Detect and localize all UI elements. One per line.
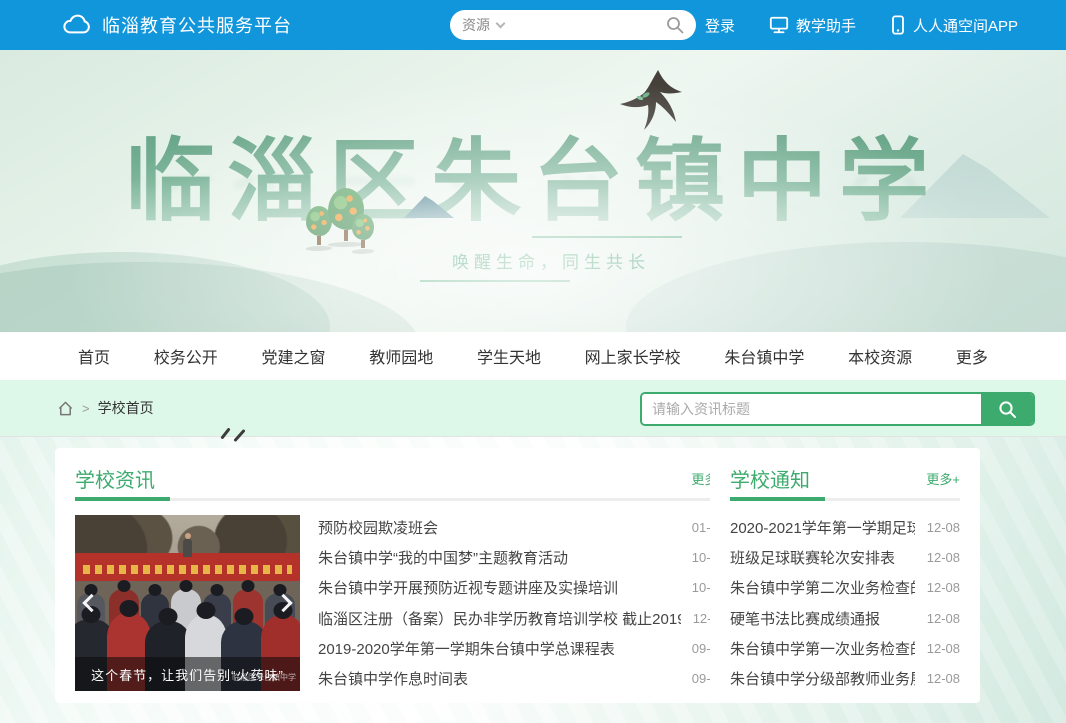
- news-item-title: 朱台镇中学作息时间表: [318, 668, 468, 689]
- news-item[interactable]: 临淄区注册（备案）民办非学历教育培训学校 截止2019 12-11: [318, 608, 725, 629]
- notice-item[interactable]: 硬笔书法比赛成绩通报 12-08: [730, 608, 960, 629]
- photo-speaker-figure: [183, 539, 192, 557]
- header-links: 登录 教学助手 人人通空间APP: [705, 0, 1018, 50]
- notice-item-date: 12-08: [927, 671, 960, 686]
- section-divider: [75, 498, 725, 501]
- news-item[interactable]: 朱台镇中学“我的中国梦”主题教育活动 10-30: [318, 547, 725, 568]
- teaching-assistant-label: 教学助手: [796, 15, 856, 36]
- home-icon[interactable]: [57, 400, 74, 417]
- nav-item[interactable]: 校务公开: [154, 344, 218, 368]
- main-content: 学校资讯 更多+: [0, 437, 1066, 723]
- notice-section-title: 学校通知: [730, 464, 810, 493]
- notice-item-title: 班级足球联赛轮次安排表: [730, 547, 895, 568]
- nav-item[interactable]: 朱台镇中学: [724, 344, 804, 368]
- notice-item-title: 硬笔书法比赛成绩通报: [730, 608, 880, 629]
- news-item-title: 预防校园欺凌班会: [318, 517, 438, 538]
- brand[interactable]: 临淄教育公共服务平台: [62, 12, 292, 38]
- mountain-silhouette: [626, 242, 1066, 332]
- news-item[interactable]: 2019-2020学年第一学期朱台镇中学总课程表 09-19: [318, 638, 725, 659]
- notice-item-title: 朱台镇中学分级部教师业务展: [730, 668, 915, 689]
- brand-name: 临淄教育公共服务平台: [102, 12, 292, 38]
- header-search-bar[interactable]: 资源: [450, 10, 696, 40]
- notice-more-link[interactable]: 更多+: [926, 469, 960, 488]
- swallow-bird-illustration: [612, 68, 696, 134]
- login-link[interactable]: 登录: [705, 15, 735, 36]
- notice-list: 2020-2021学年第一学期足球 12-08 班级足球联赛轮次安排表 12-0…: [730, 515, 960, 691]
- nav-item[interactable]: 党建之窗: [261, 344, 325, 368]
- news-item[interactable]: 预防校园欺凌班会 01-04: [318, 517, 725, 538]
- news-item-title: 朱台镇中学开展预防近视专题讲座及实操培训: [318, 577, 618, 598]
- notice-item-date: 12-08: [927, 641, 960, 656]
- nav-item[interactable]: 更多: [956, 344, 988, 368]
- renrentong-app-link[interactable]: 人人通空间APP: [890, 15, 1018, 36]
- news-item-title: 临淄区注册（备案）民办非学历教育培训学校 截止2019: [318, 608, 681, 629]
- breadcrumb-current: 学校首页: [98, 398, 154, 418]
- notice-item-title: 2020-2021学年第一学期足球: [730, 517, 915, 538]
- search-icon[interactable]: [666, 16, 684, 34]
- breadcrumb: > 学校首页: [57, 380, 154, 436]
- nav-item[interactable]: 首页: [78, 344, 110, 368]
- chevron-down-icon: [496, 19, 506, 29]
- section-divider: [730, 498, 960, 501]
- news-item[interactable]: 朱台镇中学作息时间表 09-19: [318, 668, 725, 689]
- breadcrumb-bar: > 学校首页: [0, 380, 1066, 437]
- mountain-silhouette: [0, 252, 330, 332]
- notice-item[interactable]: 朱台镇中学第二次业务检查的 12-08: [730, 577, 960, 598]
- news-section-title: 学校资讯: [75, 464, 155, 493]
- nav-item[interactable]: 本校资源: [848, 344, 912, 368]
- login-label: 登录: [705, 15, 735, 36]
- notice-item-title: 朱台镇中学第二次业务检查的: [730, 577, 915, 598]
- school-notice-card: 学校通知 更多+ 2020-2021学年第一学期足球 12-08 班级足球联赛轮…: [710, 448, 980, 703]
- photo-watermark: 临淄区朱台镇中学: [232, 672, 296, 683]
- notice-item[interactable]: 朱台镇中学分级部教师业务展 12-08: [730, 668, 960, 689]
- cloud-icon: [62, 14, 92, 36]
- news-search-input[interactable]: [642, 394, 981, 424]
- nav-item[interactable]: 教师园地: [369, 344, 433, 368]
- notice-item-date: 12-08: [927, 580, 960, 595]
- nav-item[interactable]: 网上家长学校: [585, 344, 681, 368]
- news-item-title: 2019-2020学年第一学期朱台镇中学总课程表: [318, 638, 615, 659]
- notice-item[interactable]: 朱台镇中学第一次业务检查的 12-08: [730, 638, 960, 659]
- renrentong-app-label: 人人通空间APP: [913, 15, 1018, 36]
- news-search-box: [640, 392, 1035, 426]
- breadcrumb-separator: >: [82, 401, 90, 416]
- news-list: 预防校园欺凌班会 01-04 朱台镇中学“我的中国梦”主题教育活动 10-30 …: [318, 515, 725, 691]
- school-news-card: 学校资讯 更多+: [55, 448, 745, 703]
- main-navigation: 首页 校务公开 党建之窗 教师园地 学生天地 网上家长学校 朱台镇中学 本校资源…: [0, 332, 1066, 380]
- news-search-button[interactable]: [981, 394, 1033, 424]
- notice-item-title: 朱台镇中学第一次业务检查的: [730, 638, 915, 659]
- notice-item[interactable]: 2020-2021学年第一学期足球 12-08: [730, 517, 960, 538]
- search-category-dropdown[interactable]: 资源: [462, 15, 490, 35]
- notice-item-date: 12-08: [927, 550, 960, 565]
- news-item-title: 朱台镇中学“我的中国梦”主题教育活动: [318, 547, 568, 568]
- slogan-text: 唤醒生命，同生共长: [420, 248, 682, 273]
- news-carousel[interactable]: 临淄区朱台镇中学 这个春节，让我们告别“火药味”: [75, 515, 300, 691]
- mountain-silhouette: [0, 262, 420, 332]
- banner-slogan: 唤醒生命，同生共长: [420, 236, 682, 282]
- monitor-icon: [769, 15, 789, 35]
- phone-icon: [890, 15, 906, 35]
- news-item[interactable]: 朱台镇中学开展预防近视专题讲座及实操培训 10-21: [318, 577, 725, 598]
- slogan-line: [420, 280, 570, 282]
- slogan-line: [532, 236, 682, 238]
- school-banner: 临淄区朱台镇中学 临淄区朱台镇中学 唤醒生命，同生共长: [0, 50, 1066, 332]
- notice-item[interactable]: 班级足球联赛轮次安排表 12-08: [730, 547, 960, 568]
- nav-item[interactable]: 学生天地: [477, 344, 541, 368]
- tree-illustration: [352, 214, 374, 254]
- notice-item-date: 12-08: [927, 520, 960, 535]
- notice-item-date: 12-08: [927, 611, 960, 626]
- top-bar: 临淄教育公共服务平台 资源 登录 教学助手 人人通空间APP: [0, 0, 1066, 50]
- teaching-assistant-link[interactable]: 教学助手: [769, 15, 856, 36]
- banner-school-name: 临淄区朱台镇中学: [0, 108, 1066, 238]
